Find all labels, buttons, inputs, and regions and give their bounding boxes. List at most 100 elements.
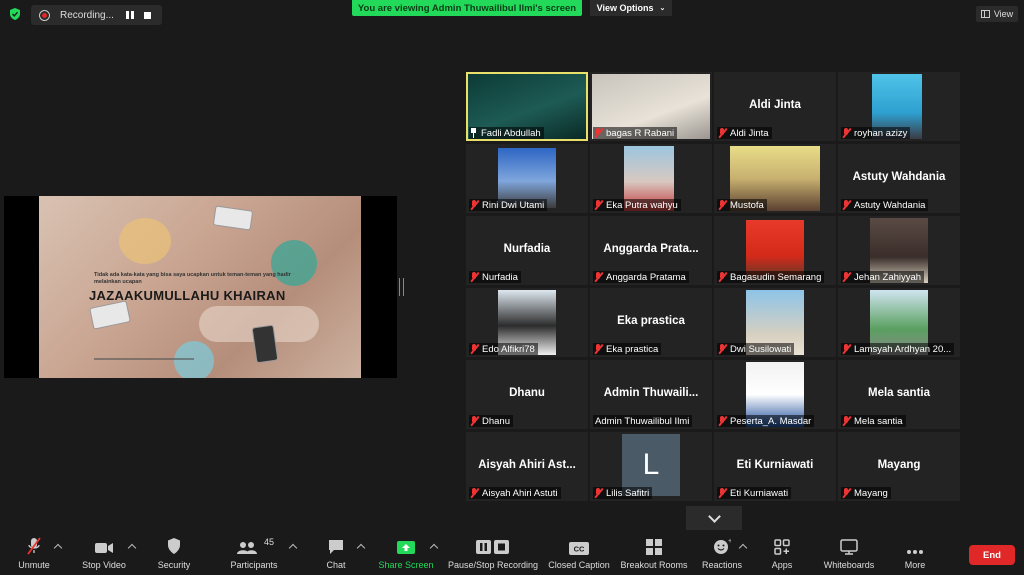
microphone-muted-icon xyxy=(717,128,727,138)
participant-tile[interactable]: Anggarda Prata... Anggarda Pratama xyxy=(590,216,712,285)
chat-bubble-icon xyxy=(327,533,345,555)
participant-name-label: Eti Kurniawati xyxy=(717,487,792,499)
participant-tile[interactable]: Mela santia Mela santia xyxy=(838,360,960,429)
breakout-rooms-button[interactable]: Breakout Rooms xyxy=(620,533,688,575)
reactions-button[interactable]: + Reactions xyxy=(700,533,744,575)
participant-name-label: Dhanu xyxy=(469,415,513,427)
whiteboards-button[interactable]: Whiteboards xyxy=(820,533,878,575)
view-button[interactable]: View xyxy=(976,6,1018,22)
participant-name: Aisyah Ahiri Astuti xyxy=(482,487,558,499)
security-shield-icon xyxy=(166,533,182,555)
participant-name-label: Astuty Wahdania xyxy=(841,199,929,211)
participant-tile[interactable]: Jehan Zahiyyah xyxy=(838,216,960,285)
participant-tile[interactable]: Bagasudin Semarang xyxy=(714,216,836,285)
participant-tile[interactable]: L Lilis Safitri xyxy=(590,432,712,501)
participant-tile[interactable]: Fadli Abdullah xyxy=(466,72,588,141)
participant-name-label: Peserta_A. Masdar xyxy=(717,415,815,427)
apps-button[interactable]: Apps xyxy=(766,533,798,575)
recording-indicator: Recording... xyxy=(31,5,162,25)
participant-tile[interactable]: Edo Alfikri78 xyxy=(466,288,588,357)
participant-tile[interactable]: Eka prastica Eka prastica xyxy=(590,288,712,357)
microphone-muted-icon xyxy=(841,128,851,138)
participant-name: Anggarda Pratama xyxy=(606,271,686,283)
unmute-button[interactable]: Unmute xyxy=(12,533,56,575)
pause-stop-recording-label: Pause/Stop Recording xyxy=(447,560,539,570)
view-options-button[interactable]: View Options ⌄ xyxy=(590,0,672,16)
split-view-handle[interactable] xyxy=(399,278,404,296)
participant-name: Edo Alfikri78 xyxy=(482,343,535,355)
participant-display-name: Eti Kurniawati xyxy=(736,459,814,471)
participant-name: Jehan Zahiyyah xyxy=(854,271,922,283)
participant-name-label: Anggarda Pratama xyxy=(593,271,689,283)
microphone-muted-icon xyxy=(841,272,851,282)
participant-tile[interactable]: Dhanu Dhanu xyxy=(466,360,588,429)
participant-display-name: Dhanu xyxy=(509,387,545,399)
pause-stop-icon xyxy=(476,533,510,555)
video-options-caret[interactable] xyxy=(127,543,137,553)
participant-name-label: Eka Putra wahyu xyxy=(593,199,681,211)
more-button[interactable]: More xyxy=(898,533,932,575)
participant-display-name: Nurfadia xyxy=(503,243,551,255)
participant-tile[interactable]: Peserta_A. Masdar xyxy=(714,360,836,429)
pause-stop-recording-button[interactable]: Pause/Stop Recording xyxy=(448,533,538,575)
stop-icon[interactable] xyxy=(144,11,151,19)
shared-screen: Tidak ada kata-kata yang bisa saya ucapk… xyxy=(4,196,397,378)
participant-name: Bagasudin Semarang xyxy=(730,271,822,283)
participant-tile[interactable]: Astuty Wahdania Astuty Wahdania xyxy=(838,144,960,213)
participant-tile[interactable]: Lamsyah Ardhyan 20... xyxy=(838,288,960,357)
closed-caption-button[interactable]: CC Closed Caption xyxy=(548,533,610,575)
participants-icon: 45 xyxy=(226,533,282,555)
microphone-muted-icon xyxy=(593,488,603,498)
participant-tile[interactable]: Nurfadia Nurfadia xyxy=(466,216,588,285)
participant-name-label: Aldi Jinta xyxy=(717,127,772,139)
participant-tile[interactable]: Admin Thuwaili... Admin Thuwailibul Ilmi xyxy=(590,360,712,429)
whiteboard-icon xyxy=(840,533,858,555)
participant-tile[interactable]: royhan azizy xyxy=(838,72,960,141)
record-icon xyxy=(39,9,50,21)
participant-name-label: Rini Dwi Utami xyxy=(469,199,548,211)
participant-name: bagas R Rabani xyxy=(606,127,675,139)
participant-tile[interactable]: Mustofa xyxy=(714,144,836,213)
chat-button[interactable]: Chat xyxy=(318,533,354,575)
microphone-muted-icon xyxy=(717,200,727,210)
participant-tile[interactable]: Eti Kurniawati Eti Kurniawati xyxy=(714,432,836,501)
participant-tile[interactable]: Dwi Susilowati xyxy=(714,288,836,357)
participants-button[interactable]: 45 Participants xyxy=(226,533,282,575)
microphone-muted-icon xyxy=(593,344,603,354)
security-button[interactable]: Security xyxy=(154,533,194,575)
chevron-down-icon xyxy=(707,509,721,523)
participant-tile[interactable]: Mayang Mayang xyxy=(838,432,960,501)
participant-display-name: Eka prastica xyxy=(617,315,685,327)
svg-text:+: + xyxy=(728,538,731,545)
slide-decoration xyxy=(119,218,171,264)
stop-video-label: Stop Video xyxy=(82,560,126,570)
participant-display-name: Anggarda Prata... xyxy=(603,243,699,255)
chat-options-caret[interactable] xyxy=(356,543,366,553)
pause-icon[interactable] xyxy=(126,11,134,19)
microphone-muted-icon xyxy=(717,344,727,354)
participant-tile[interactable]: Aisyah Ahiri Ast... Aisyah Ahiri Astuti xyxy=(466,432,588,501)
participant-tile[interactable]: Rini Dwi Utami xyxy=(466,144,588,213)
participant-tile[interactable]: bagas R Rabani xyxy=(590,72,712,141)
microphone-muted-icon xyxy=(469,200,479,210)
next-page-button[interactable] xyxy=(686,506,742,530)
participant-name: Eka prastica xyxy=(606,343,659,355)
participant-name-label: Bagasudin Semarang xyxy=(717,271,825,283)
participant-tile[interactable]: Aldi Jinta Aldi Jinta xyxy=(714,72,836,141)
end-meeting-button[interactable]: End xyxy=(969,545,1015,565)
meeting-toolbar: Unmute Stop Video Security 45 Participan… xyxy=(0,533,1024,575)
slide-title: JAZAAKUMULLAHU KHAIRAN xyxy=(89,288,286,303)
participant-name-label: Eka prastica xyxy=(593,343,662,355)
slide-subtext: Tidak ada kata-kata yang bisa saya ucapk… xyxy=(94,272,291,286)
chat-label: Chat xyxy=(326,560,346,570)
shield-icon[interactable] xyxy=(8,7,22,21)
stop-video-button[interactable]: Stop Video xyxy=(80,533,128,575)
participant-name: Eka Putra wahyu xyxy=(606,199,678,211)
participant-name-label: royhan azizy xyxy=(841,127,911,139)
participant-name: Lilis Safitri xyxy=(606,487,650,499)
participant-display-name: Aisyah Ahiri Ast... xyxy=(478,459,576,471)
microphone-muted-icon xyxy=(841,344,851,354)
participants-options-caret[interactable] xyxy=(288,543,298,553)
participant-tile[interactable]: Eka Putra wahyu xyxy=(590,144,712,213)
share-screen-button[interactable]: Share Screen xyxy=(376,533,436,575)
